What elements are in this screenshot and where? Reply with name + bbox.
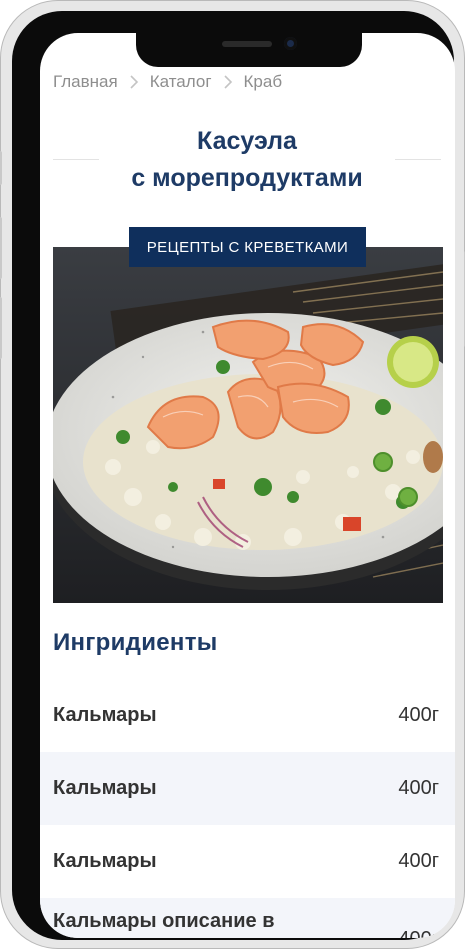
ingredient-quantity: 400г bbox=[398, 704, 439, 726]
page-title-line1: Касуэла bbox=[197, 127, 297, 155]
front-camera-icon bbox=[284, 37, 297, 50]
ingredient-row: Кальмары 400г bbox=[40, 825, 455, 898]
recipe-category-tag[interactable]: РЕЦЕПТЫ С КРЕВЕТКАМИ bbox=[129, 227, 366, 267]
ingredient-name: Кальмары bbox=[53, 850, 157, 872]
chevron-right-icon bbox=[218, 72, 238, 92]
ingredient-name: Кальмары bbox=[53, 704, 157, 726]
phone-frame: Главная Каталог Краб Касуэла с морепроду… bbox=[0, 0, 465, 949]
breadcrumb-item-current[interactable]: Краб bbox=[244, 72, 283, 92]
chevron-right-icon bbox=[124, 72, 144, 92]
ingredient-name: Кальмары описание в bbox=[53, 910, 275, 932]
phone-bezel: Главная Каталог Краб Касуэла с морепроду… bbox=[12, 11, 455, 940]
breadcrumb-item-home[interactable]: Главная bbox=[53, 72, 118, 92]
page-title-line2: с морепродуктами bbox=[131, 164, 363, 192]
ingredients-heading: Ингридиенты bbox=[53, 629, 218, 656]
breadcrumb-item-catalog[interactable]: Каталог bbox=[150, 72, 212, 92]
page-title: Касуэла с морепродуктами bbox=[53, 123, 441, 197]
page-title-block: Касуэла с морепродуктами bbox=[53, 123, 441, 197]
ingredient-row: Кальмары описание в 400г bbox=[40, 898, 455, 938]
volume-down-button bbox=[0, 297, 2, 359]
speaker-grille bbox=[222, 41, 272, 47]
ingredient-quantity: 400г bbox=[398, 928, 439, 938]
screen: Главная Каталог Краб Касуэла с морепроду… bbox=[40, 33, 455, 938]
ingredient-name: Кальмары bbox=[53, 777, 157, 799]
volume-up-button bbox=[0, 217, 2, 279]
breadcrumb: Главная Каталог Краб bbox=[53, 71, 282, 93]
mute-switch bbox=[0, 151, 2, 185]
recipe-photo bbox=[53, 247, 443, 603]
ingredient-row: Кальмары 400г bbox=[40, 752, 455, 825]
ingredient-quantity: 400г bbox=[398, 850, 439, 872]
ingredient-row: Кальмары 400г bbox=[40, 679, 455, 752]
ingredient-quantity: 400г bbox=[398, 777, 439, 799]
notch bbox=[136, 33, 362, 67]
ingredients-list: Кальмары 400г Кальмары 400г Кальмары 400… bbox=[40, 679, 455, 938]
